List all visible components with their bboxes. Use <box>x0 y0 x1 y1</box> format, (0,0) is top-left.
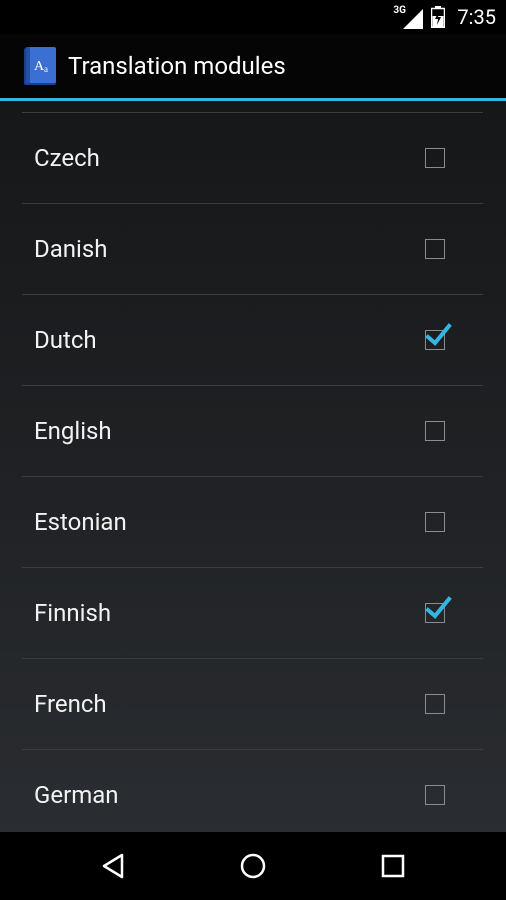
network-signal: 3G <box>393 5 424 29</box>
list-item[interactable]: Danish <box>22 203 483 294</box>
svg-text:a: a <box>44 64 48 74</box>
language-label: Finnish <box>34 599 112 627</box>
recents-icon <box>381 854 405 878</box>
list-item[interactable]: French <box>22 658 483 749</box>
language-label: Czech <box>34 144 100 172</box>
home-icon <box>240 853 266 879</box>
language-label: Estonian <box>34 508 127 536</box>
list-item[interactable]: Dutch <box>22 294 483 385</box>
language-label: English <box>34 417 112 445</box>
language-label: Dutch <box>34 326 97 354</box>
dictionary-icon[interactable]: A a <box>22 46 58 86</box>
checkmark-icon <box>425 596 452 619</box>
language-checkbox[interactable] <box>425 512 445 532</box>
language-checkbox[interactable] <box>425 148 445 168</box>
back-icon <box>102 853 124 879</box>
recents-button[interactable] <box>376 849 410 883</box>
page-title: Translation modules <box>68 52 286 80</box>
language-label: French <box>34 690 107 718</box>
navigation-bar <box>0 832 506 900</box>
list-item[interactable]: Estonian <box>22 476 483 567</box>
action-bar: A a Translation modules <box>0 34 506 98</box>
list-item[interactable]: English <box>22 385 483 476</box>
language-label: German <box>34 781 119 809</box>
back-button[interactable] <box>96 849 130 883</box>
language-list: Czech Danish Dutch English Estonian Finnish Fr… <box>22 112 483 832</box>
list-item[interactable]: German <box>22 749 483 832</box>
home-button[interactable] <box>236 849 270 883</box>
language-label: Danish <box>34 235 108 263</box>
language-checkbox[interactable] <box>425 785 445 805</box>
language-checkbox[interactable] <box>425 239 445 259</box>
battery-icon <box>431 6 446 28</box>
checkmark-icon <box>425 323 452 346</box>
signal-icon <box>403 9 424 29</box>
status-bar: 3G 7:35 <box>0 0 506 34</box>
clock: 7:35 <box>457 5 496 29</box>
language-checkbox[interactable] <box>425 421 445 441</box>
status-icons: 3G 7:35 <box>393 0 496 34</box>
language-checkbox[interactable] <box>425 596 452 623</box>
language-checkbox[interactable] <box>425 694 445 714</box>
list-item[interactable]: Finnish <box>22 567 483 658</box>
list-item[interactable]: Czech <box>22 112 483 203</box>
language-checkbox[interactable] <box>425 323 452 350</box>
module-list-container[interactable]: Czech Danish Dutch English Estonian Finnish Fr… <box>0 101 506 832</box>
